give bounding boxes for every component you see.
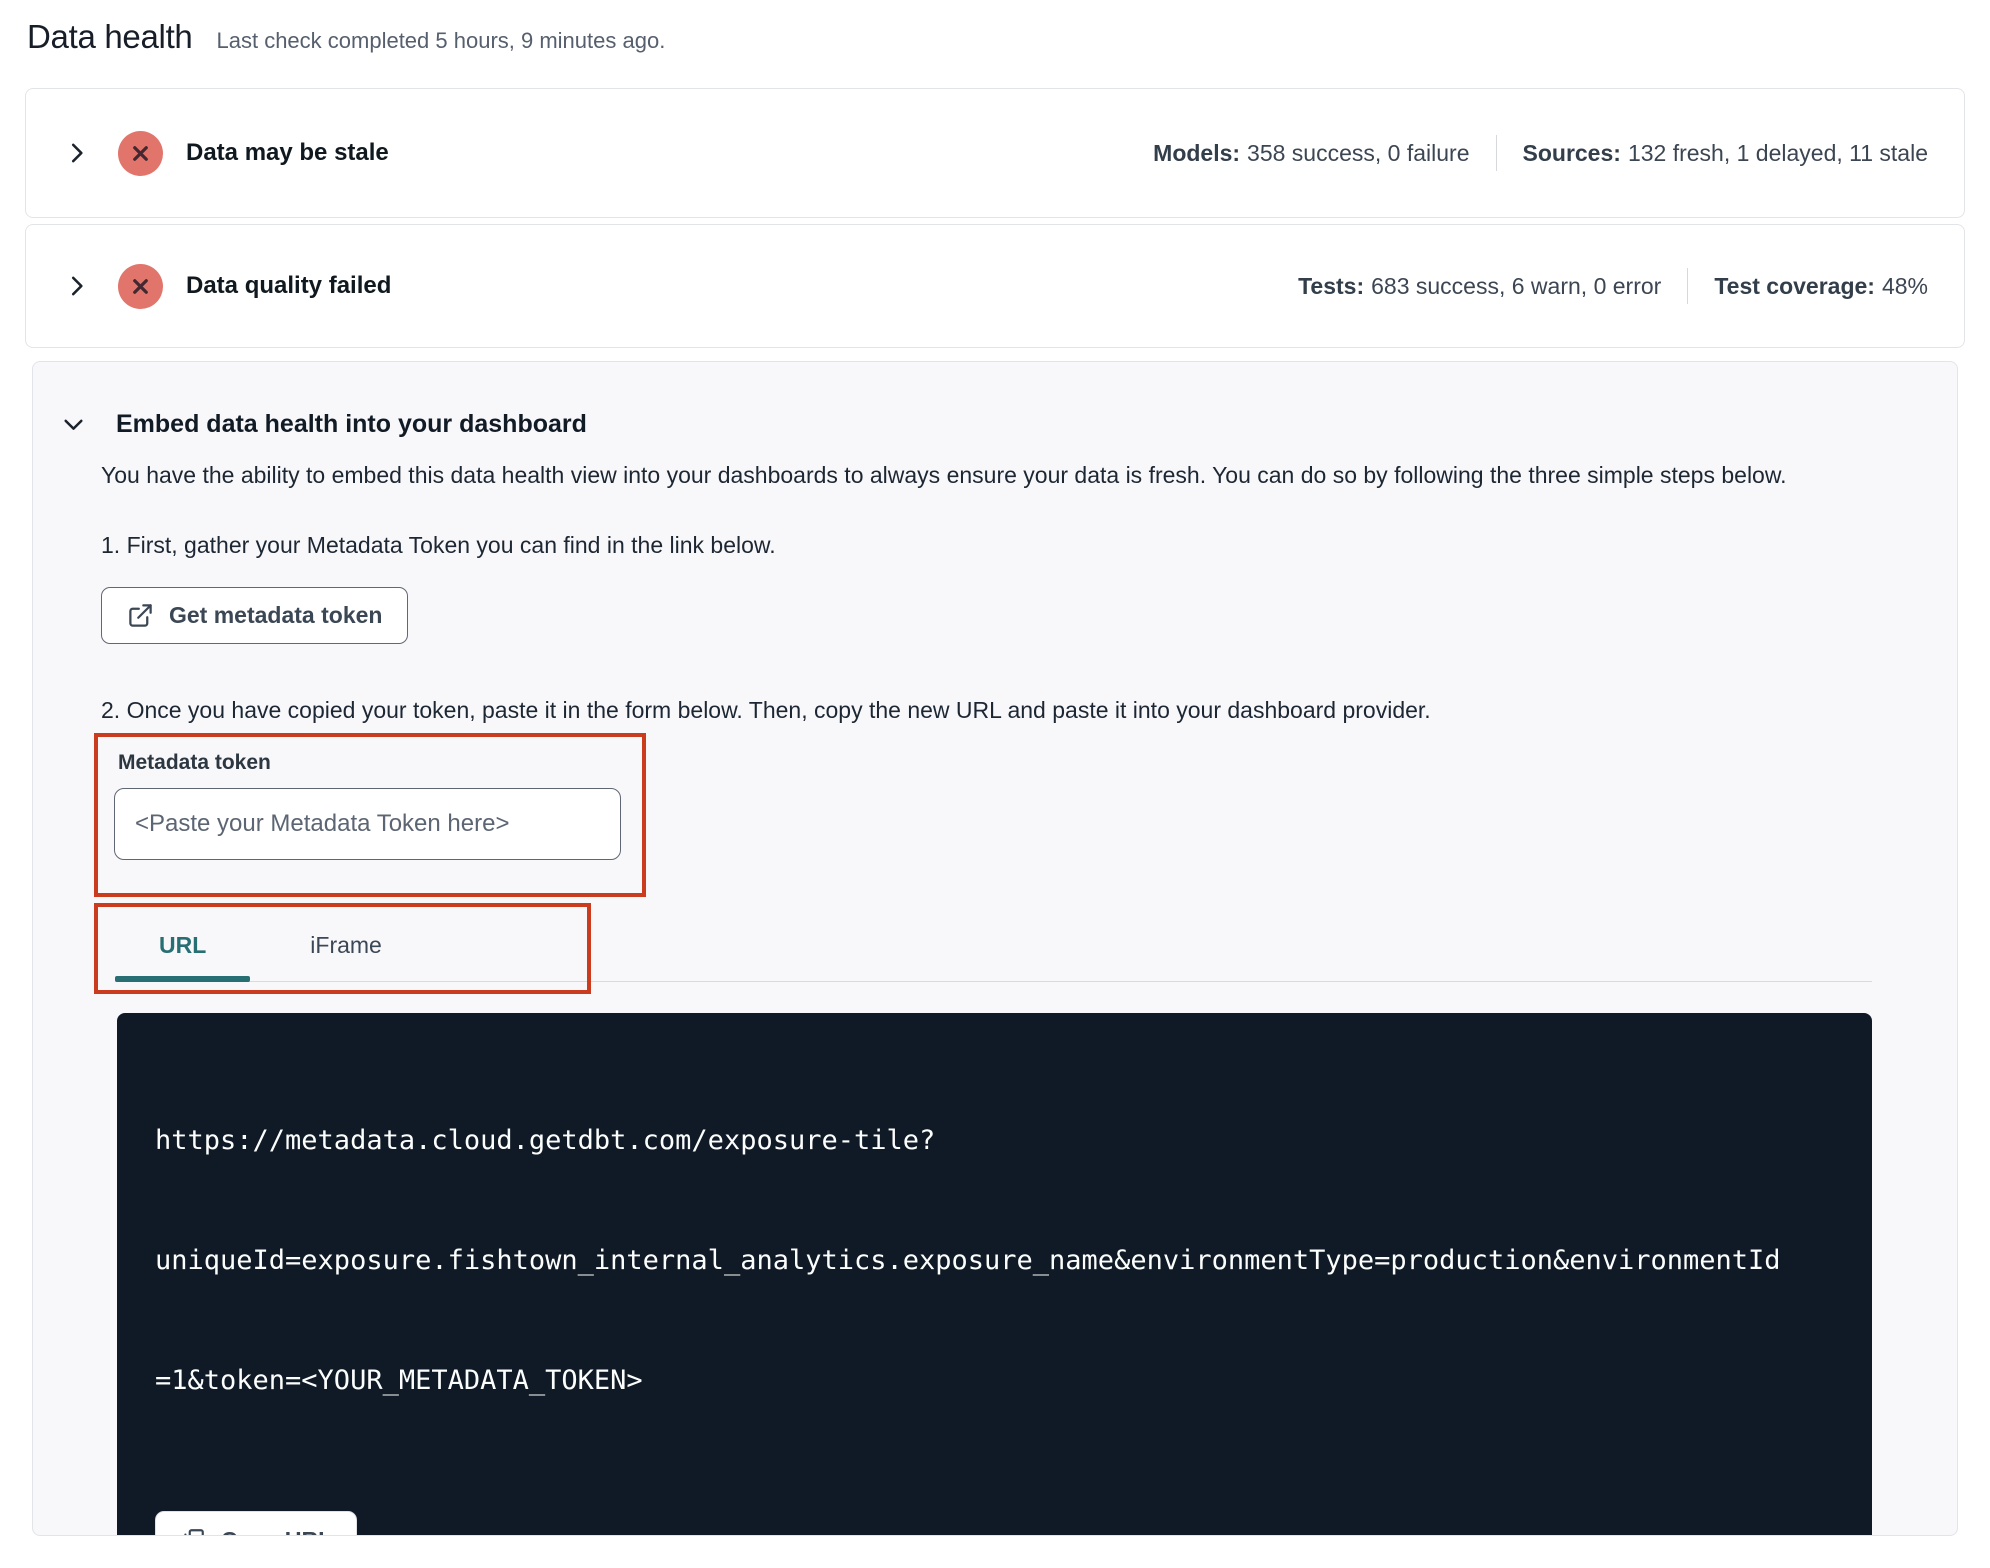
stat-divider [1495,135,1497,171]
external-link-icon [129,604,152,627]
page-header: Data health Last check completed 5 hours… [0,0,1990,88]
embed-description: You have the ability to embed this data … [101,462,1787,488]
models-stat-value: 358 success, 0 failure [1247,139,1470,166]
get-metadata-token-label: Get metadata token [169,602,383,628]
tests-stat-label: Tests: [1298,272,1365,299]
token-annotation-box: Metadata token [94,733,646,897]
embed-url-text: https://metadata.cloud.getdbt.com/exposu… [155,1041,1836,1481]
expand-row-button[interactable] [64,140,90,166]
test-coverage-stat-value: 48% [1881,272,1928,299]
last-check-status: Last check completed 5 hours, 9 minutes … [216,28,666,53]
page-title: Data health [27,18,193,55]
embed-url-code-block: https://metadata.cloud.getdbt.com/exposu… [117,1013,1872,1536]
embed-url-line: =1&token=<YOUR_METADATA_TOKEN> [155,1365,643,1396]
expand-row-button[interactable] [64,273,90,299]
test-coverage-stat-label: Test coverage: [1714,272,1875,299]
copy-url-button[interactable]: Copy URL [155,1511,358,1536]
card-title: Data may be stale [186,139,389,166]
card-title: Data quality failed [186,272,392,299]
get-metadata-token-button[interactable]: Get metadata token [101,587,409,644]
test-coverage-stat: Test coverage: 48% [1714,273,1928,300]
card-stats: Models: 358 success, 0 failure Sources: 13… [1153,135,1928,171]
models-stat: Models: 358 success, 0 failure [1153,140,1469,167]
sources-stat-value: 132 fresh, 1 delayed, 11 stale [1627,139,1928,166]
metadata-token-input[interactable] [114,788,621,860]
step2-text: 2. Once you have copied your token, past… [101,697,1431,723]
chevron-right-icon [71,276,83,296]
embed-section-title: Embed data health into your dashboard [116,410,587,438]
chevron-right-icon [71,143,83,163]
embed-panel-body: You have the ability to embed this data … [94,455,1897,1536]
embed-url-line: uniqueId=exposure.fishtown_internal_anal… [155,1245,1781,1276]
sources-stat-label: Sources: [1522,139,1621,166]
tests-stat-value: 683 success, 6 warn, 0 error [1371,272,1662,299]
collapse-section-button[interactable] [61,412,86,437]
tab-url[interactable]: URL [115,910,251,982]
embed-panel-header: Embed data health into your dashboard [61,410,1897,439]
card-data-may-be-stale: Data may be stale Models: 358 success, 0 … [25,88,1965,218]
error-status-icon [118,263,163,309]
stat-divider [1687,268,1689,304]
embed-output-tabs: URL iFrame [94,903,1872,994]
tests-stat: Tests: 683 success, 6 warn, 0 error [1298,273,1661,300]
card-header: Data may be stale [64,130,389,176]
embed-url-line: https://metadata.cloud.getdbt.com/exposu… [155,1125,936,1156]
copy-url-label: Copy URL [221,1527,332,1536]
card-stats: Tests: 683 success, 6 warn, 0 error Test … [1298,268,1928,304]
copy-icon [184,1529,204,1535]
x-icon [133,278,148,294]
card-data-quality-failed: Data quality failed Tests: 683 success, 6… [25,224,1965,348]
models-stat-label: Models: [1153,139,1241,166]
card-header: Data quality failed [64,263,392,309]
chevron-down-icon [64,419,83,430]
embed-panel: Embed data health into your dashboard Yo… [32,361,1958,1536]
error-status-icon [118,130,163,176]
metadata-token-label: Metadata token [118,751,271,774]
x-icon [133,145,148,161]
step1-text: 1. First, gather your Metadata Token you… [101,532,776,558]
tabstrip: URL iFrame [115,910,1872,982]
tab-iframe[interactable]: iFrame [266,910,426,981]
sources-stat: Sources: 132 fresh, 1 delayed, 11 stale [1523,140,1929,167]
